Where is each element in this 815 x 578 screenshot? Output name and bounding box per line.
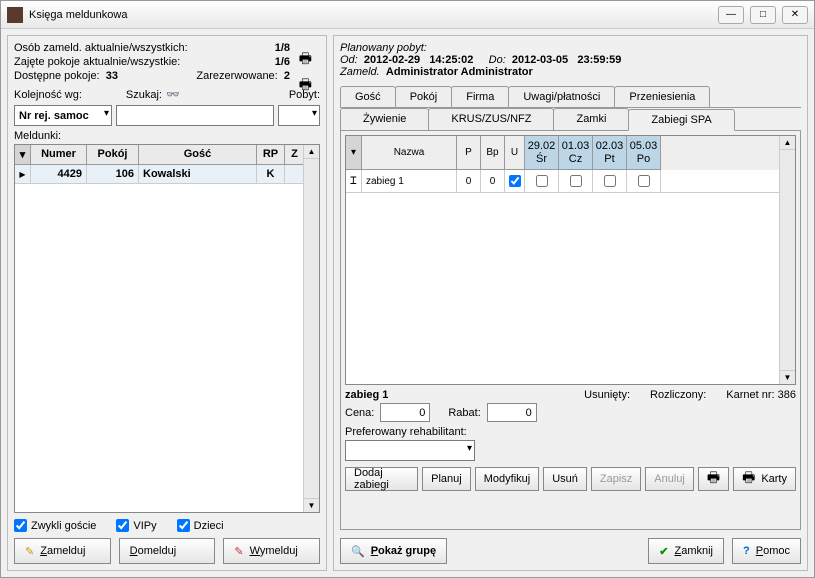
- u-checkbox[interactable]: [509, 175, 521, 187]
- search-input[interactable]: [116, 105, 274, 126]
- meldunki-label: Meldunki:: [14, 130, 320, 142]
- wymelduj-button[interactable]: ✎Wymelduj: [223, 538, 320, 564]
- tabs-row-1: Gość Pokój Firma Uwagi/płatności Przenie…: [340, 86, 801, 108]
- filter-dzieci[interactable]: Dzieci: [177, 519, 224, 532]
- col-day-4[interactable]: 05.03Po: [627, 136, 661, 170]
- zamknij-button[interactable]: ✔Zamknij: [648, 538, 724, 564]
- col-p[interactable]: P: [457, 136, 481, 170]
- stat-reserved-label: Zarezerwowane:: [196, 70, 277, 82]
- search-label: Szukaj:: [126, 89, 162, 101]
- pencil-icon: ✎: [25, 545, 34, 558]
- row-cursor-icon: Ꮖ: [346, 170, 362, 192]
- domelduj-button[interactable]: Domelduj: [119, 538, 216, 564]
- pencil-icon: ✎: [234, 545, 243, 558]
- usun-button[interactable]: Usuń: [543, 467, 587, 491]
- print-icon-2[interactable]: 🖶: [299, 74, 312, 98]
- tab-firma[interactable]: Firma: [451, 86, 509, 107]
- titlebar: Księga meldunkowa — □ ✕: [1, 1, 814, 29]
- plan-header: Planowany pobyt:: [340, 42, 801, 54]
- stat-avail-value: 33: [106, 70, 118, 82]
- spa-grid[interactable]: ▾ Nazwa P Bp U 29.02Śr 01.03Cz 02.03Pt 0…: [345, 135, 796, 385]
- karty-button[interactable]: 🖶Karty: [733, 467, 796, 491]
- cena-input[interactable]: [380, 403, 430, 422]
- print-icon: 🖶: [742, 467, 755, 491]
- help-icon: ?: [743, 545, 750, 557]
- col-bp[interactable]: Bp: [481, 136, 505, 170]
- table-row[interactable]: ▶ 4429 106 Kowalski K: [15, 165, 319, 184]
- dodaj-zabiegi-button[interactable]: Dodaj zabiegi: [345, 467, 418, 491]
- minimize-button[interactable]: —: [718, 6, 744, 24]
- tab-krus[interactable]: KRUS/ZUS/NFZ: [428, 108, 554, 130]
- order-label: Kolejność wg:: [14, 89, 82, 101]
- pobyt-combo[interactable]: [278, 105, 320, 126]
- stat-rooms-label: Zajęte pokoje aktualnie/wszystkie:: [14, 56, 180, 68]
- rehab-combo[interactable]: [345, 440, 475, 461]
- planuj-button[interactable]: Planuj: [422, 467, 471, 491]
- day-checkbox[interactable]: [536, 175, 548, 187]
- rehab-label: Preferowany rehabilitant:: [345, 426, 796, 438]
- scrollbar[interactable]: [779, 136, 795, 384]
- stat-people-label: Osób zameld. aktualnie/wszystkich:: [14, 42, 188, 54]
- modyfikuj-button[interactable]: Modyfikuj: [475, 467, 539, 491]
- rabat-input[interactable]: [487, 403, 537, 422]
- tab-zamki[interactable]: Zamki: [553, 108, 629, 130]
- col-pokoj[interactable]: Pokój: [87, 145, 139, 164]
- print-icon-1[interactable]: 🖶: [299, 48, 312, 72]
- stat-people-value: 1/8: [275, 42, 290, 54]
- stat-reserved-value: 2: [284, 70, 290, 82]
- karnet-label: Karnet nr:: [726, 389, 774, 401]
- usuniety-label: Usunięty:: [584, 389, 630, 401]
- tab-zywienie[interactable]: Żywienie: [340, 108, 429, 130]
- stat-rooms-value: 1/6: [275, 56, 290, 68]
- anuluj-button[interactable]: Anuluj: [645, 467, 694, 491]
- pomoc-button[interactable]: ?Pomoc: [732, 538, 801, 564]
- magnifier-icon: 🔍: [351, 545, 365, 558]
- maximize-button[interactable]: □: [750, 6, 776, 24]
- col-day-1[interactable]: 29.02Śr: [525, 136, 559, 170]
- col-day-3[interactable]: 02.03Pt: [593, 136, 627, 170]
- scrollbar[interactable]: [303, 145, 319, 512]
- print-icon: 🖶: [707, 467, 720, 491]
- meldunki-grid[interactable]: ▾ Numer Pokój Gość RP Z ▶ 4429 106 Kowal…: [14, 144, 320, 513]
- col-gosc[interactable]: Gość: [139, 145, 257, 164]
- detail-name: zabieg 1: [345, 389, 388, 401]
- cena-label: Cena:: [345, 407, 374, 419]
- binoculars-icon: 👓: [166, 88, 180, 101]
- col-rp[interactable]: RP: [257, 145, 285, 164]
- tab-zabiegi-spa[interactable]: Zabiegi SPA: [628, 109, 734, 131]
- day-checkbox[interactable]: [604, 175, 616, 187]
- app-icon: [7, 7, 23, 23]
- col-u[interactable]: U: [505, 136, 525, 170]
- rozliczony-label: Rozliczony:: [650, 389, 706, 401]
- day-checkbox[interactable]: [570, 175, 582, 187]
- spa-row[interactable]: Ꮖ zabieg 1 0 0: [346, 170, 795, 193]
- zamelduj-button[interactable]: ✎Zamelduj: [14, 538, 111, 564]
- tabs-row-2: Żywienie KRUS/ZUS/NFZ Zamki Zabiegi SPA: [340, 108, 801, 131]
- print-button[interactable]: 🖶: [698, 467, 729, 491]
- col-day-2[interactable]: 01.03Cz: [559, 136, 593, 170]
- close-button[interactable]: ✕: [782, 6, 808, 24]
- tab-gosc[interactable]: Gość: [340, 86, 396, 107]
- stat-avail-label: Dostępne pokoje:: [14, 70, 100, 82]
- check-icon: ✔: [659, 545, 668, 558]
- filter-zwykli[interactable]: Zwykli goście: [14, 519, 96, 532]
- col-marker[interactable]: ▾: [346, 136, 362, 170]
- row-indicator-icon: ▶: [19, 170, 25, 179]
- order-combo[interactable]: Nr rej. samoc: [14, 105, 112, 126]
- pokaz-grupe-button[interactable]: 🔍Pokaż grupę: [340, 538, 447, 564]
- col-z[interactable]: Z: [285, 145, 305, 164]
- tab-uwagi[interactable]: Uwagi/płatności: [508, 86, 615, 107]
- col-marker[interactable]: ▾: [15, 145, 31, 164]
- zapisz-button[interactable]: Zapisz: [591, 467, 641, 491]
- tab-pokoj[interactable]: Pokój: [395, 86, 453, 107]
- tab-przeniesienia[interactable]: Przeniesienia: [614, 86, 710, 107]
- window-title: Księga meldunkowa: [29, 9, 718, 21]
- col-nazwa[interactable]: Nazwa: [362, 136, 457, 170]
- col-numer[interactable]: Numer: [31, 145, 87, 164]
- filter-vipy[interactable]: VIPy: [116, 519, 156, 532]
- day-checkbox[interactable]: [638, 175, 650, 187]
- karnet-value: 386: [778, 389, 796, 401]
- rabat-label: Rabat:: [448, 407, 480, 419]
